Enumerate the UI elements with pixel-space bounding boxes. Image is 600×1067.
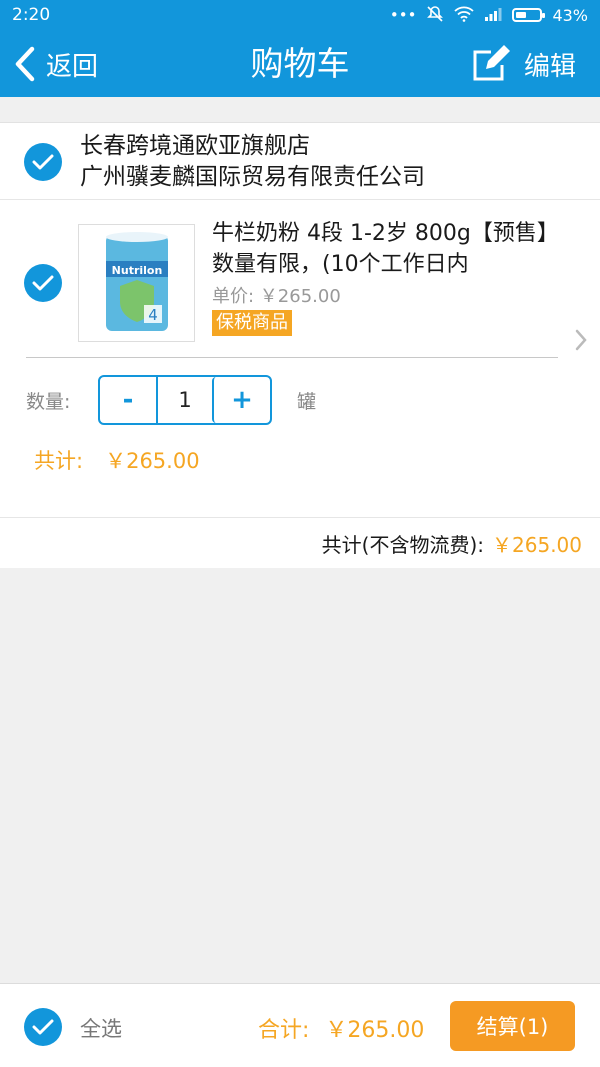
battery-percent: 43% — [552, 5, 588, 25]
checkmark-icon — [32, 1019, 54, 1035]
checkout-footer: 全选 合计: ￥265.00 结算(1) — [0, 983, 600, 1067]
back-button[interactable]: 返回 — [14, 42, 98, 86]
unit-price: 单价: ￥265.00 — [212, 286, 341, 307]
back-arrow-icon — [15, 46, 35, 82]
decrease-button[interactable]: - — [100, 377, 158, 423]
nav-bar: 返回 购物车 编辑 — [0, 30, 600, 97]
checkmark-icon — [32, 154, 54, 170]
status-time: 2:20 — [12, 5, 51, 25]
grand-total: 合计: ￥265.00 — [258, 1012, 424, 1044]
quantity-unit: 罐 — [297, 391, 317, 413]
status-bar: 2:20 ••• 43% — [0, 0, 600, 30]
quantity-value[interactable]: 1 — [158, 377, 212, 423]
svg-text:4: 4 — [148, 306, 158, 324]
product-title[interactable]: 牛栏奶粉 4段 1-2岁 800g【预售】数量有限，(10个工作日内 — [212, 218, 557, 280]
shop-names[interactable]: 长春跨境通欧亚旗舰店 广州骥麦麟国际贸易有限责任公司 — [80, 131, 425, 193]
checkmark-icon — [32, 275, 54, 291]
edit-icon — [473, 45, 510, 81]
quantity-label: 数量: — [26, 391, 71, 413]
formula-can-image: Nutrilon 4 — [105, 232, 168, 331]
item-total-label: 共计: — [34, 449, 84, 473]
summary-label: 共计(不含物流费): — [321, 532, 485, 557]
edit-label: 编辑 — [523, 51, 576, 82]
back-label: 返回 — [46, 51, 99, 82]
cart-item: Nutrilon 4 牛栏奶粉 4段 1-2岁 800g【预售】数量有限，(10… — [0, 200, 600, 518]
shop-summary: 共计(不含物流费): ￥265.00 — [0, 518, 600, 568]
grand-total-label: 合计: — [258, 1018, 310, 1043]
bonded-tag-badge: 保税商品 — [212, 310, 292, 336]
battery-icon — [512, 8, 546, 22]
checkout-button[interactable]: 结算(1) — [450, 1001, 575, 1051]
item-divider — [26, 357, 558, 358]
select-all-checkbox[interactable] — [24, 1008, 62, 1046]
signal-icon — [484, 7, 502, 24]
grand-total-value: ￥265.00 — [325, 1018, 425, 1043]
increase-button[interactable]: + — [212, 377, 270, 423]
can-brand-text: Nutrilon — [111, 264, 162, 277]
shop-name: 长春跨境通欧亚旗舰店 — [80, 133, 310, 159]
product-image[interactable]: Nutrilon 4 — [78, 224, 195, 342]
item-total: 共计: ￥265.00 — [34, 445, 200, 475]
wifi-icon — [454, 6, 475, 25]
quantity-stepper: - 1 + — [98, 375, 272, 425]
item-total-value: ￥265.00 — [105, 449, 200, 473]
item-detail-chevron-icon[interactable] — [574, 328, 588, 356]
item-checkbox[interactable] — [24, 264, 62, 302]
status-icons: ••• 43% — [390, 5, 588, 26]
more-dots-icon: ••• — [389, 5, 417, 24]
summary-value: ￥265.00 — [492, 532, 582, 557]
shop-company: 广州骥麦麟国际贸易有限责任公司 — [80, 164, 425, 190]
shop-checkbox[interactable] — [24, 143, 62, 181]
edit-button[interactable]: 编辑 — [472, 42, 576, 86]
shop-header: 长春跨境通欧亚旗舰店 广州骥麦麟国际贸易有限责任公司 — [0, 122, 600, 200]
mute-icon — [426, 5, 444, 26]
select-all-label[interactable]: 全选 — [80, 1013, 122, 1043]
